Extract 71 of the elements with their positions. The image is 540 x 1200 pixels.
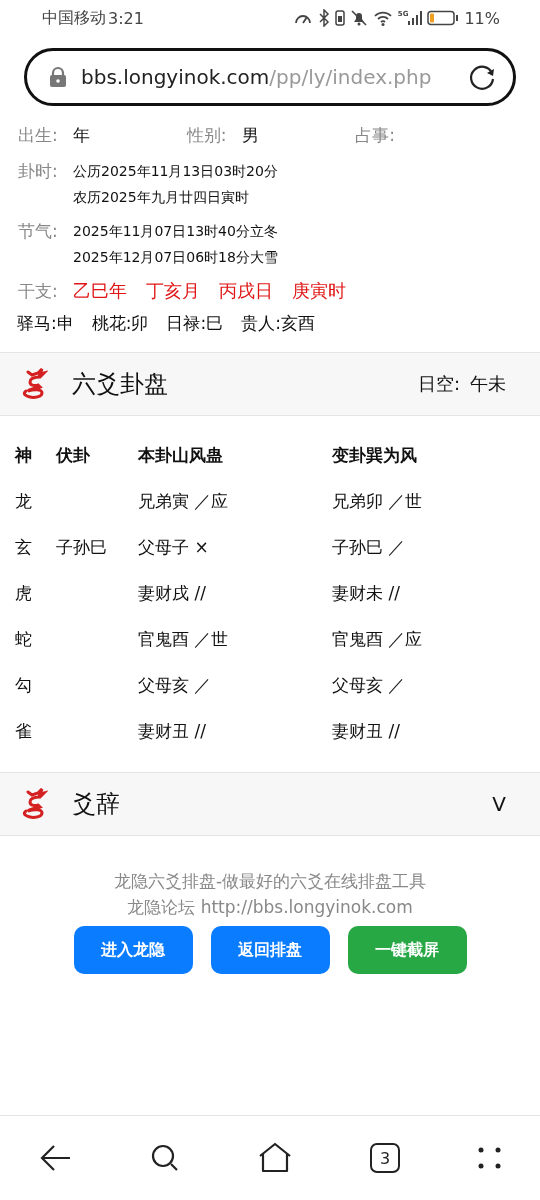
field-value: 男 xyxy=(241,123,259,147)
date-line: 农历2025年九月廿四日寅时 xyxy=(73,188,250,207)
table-cell-text: 父母子 × xyxy=(138,535,210,559)
shensha-text: 日禄:巳 xyxy=(166,311,224,335)
dragon-logo-icon xyxy=(22,788,48,820)
table-cell: 官鬼酉 ／应 xyxy=(332,627,423,651)
ganzhi-text: 庚寅时 xyxy=(292,279,346,303)
tabs-button[interactable]: 3 xyxy=(370,1143,400,1173)
table-cell-text: 虎 xyxy=(15,581,33,605)
table-cell-text: 妻财戌 // xyxy=(138,581,207,605)
url-text: bbs.longyinok.com/pp/ly/index.php xyxy=(81,65,433,89)
shensha-text: 桃花:卯 xyxy=(91,311,149,335)
date-line: 公历2025年11月13日03时20分 xyxy=(73,162,278,181)
expand-toggle[interactable]: V xyxy=(492,792,506,816)
date-line: 2025年12月07日06时18分大雪 xyxy=(73,248,278,267)
column-header: 神 xyxy=(15,443,33,467)
table-cell-text: 勾 xyxy=(15,673,33,697)
table-cell: 妻财未 // xyxy=(332,581,400,605)
dragon-logo-icon xyxy=(22,368,48,400)
action-button[interactable]: 返回排盘 xyxy=(210,926,330,974)
table-cell: 兄弟卯 ／世 xyxy=(332,489,423,513)
column-header: 变卦巽为风 xyxy=(332,443,417,467)
action-button[interactable]: 进入龙隐 xyxy=(73,926,193,974)
carrier-name: 中国移动 xyxy=(42,7,106,29)
table-cell-text: 官鬼酉 ／世 xyxy=(138,627,230,651)
table-cell: 妻财丑 // xyxy=(332,719,400,743)
battery-icon xyxy=(427,10,460,26)
bell-muted-icon xyxy=(349,9,368,27)
battery-percent: 11% xyxy=(464,8,500,28)
table-cell-text: 父母亥 ／ xyxy=(138,673,213,697)
shensha-text: 贵人:亥酉 xyxy=(241,311,315,335)
table-cell-text: 妻财丑 // xyxy=(138,719,207,743)
ganzhi-text: 丙戌日 xyxy=(219,279,273,303)
ganzhi-text: 丁亥月 xyxy=(146,279,200,303)
home-icon[interactable] xyxy=(258,1142,292,1174)
table-cell-text: 玄 xyxy=(15,535,33,559)
panel-title: 六爻卦盘 xyxy=(72,369,169,400)
table-cell: 子孙巳 ／ xyxy=(332,535,406,559)
void-label: 日空: xyxy=(417,372,460,396)
table-cell-text: 蛇 xyxy=(15,627,33,651)
vibrate-icon xyxy=(334,9,345,27)
panel-title: 爻辞 xyxy=(72,789,121,820)
table-cell: 父母亥 ／ xyxy=(332,673,406,697)
field-label: 卦时: xyxy=(18,160,59,183)
void-value: 午未 xyxy=(470,372,506,396)
table-cell-text: 子孙巳 xyxy=(56,535,108,559)
field-label: 性别: xyxy=(186,123,228,147)
footer-text: 龙隐六爻排盘-做最好的六爻在线排盘工具 xyxy=(113,870,427,893)
table-cell-text: 兄弟寅 ／应 xyxy=(138,489,230,513)
signal-icon xyxy=(408,10,423,26)
back-icon[interactable] xyxy=(38,1143,72,1173)
field-label: 节气: xyxy=(18,220,59,243)
more-icon[interactable] xyxy=(478,1146,502,1170)
shensha-text: 驿马:申 xyxy=(17,311,74,335)
bluetooth-icon xyxy=(317,9,330,27)
field-label: 干支: xyxy=(18,279,59,303)
field-label: 占事: xyxy=(355,123,397,147)
field-value: 年 xyxy=(73,123,90,147)
date-line: 2025年11月07日13时40分立冬 xyxy=(73,222,278,241)
table-cell-text: 雀 xyxy=(15,719,33,743)
search-icon[interactable] xyxy=(150,1143,180,1173)
clock-time: 3:21 xyxy=(108,8,144,28)
footer-text: 龙隐论坛 http://bbs.longyinok.com xyxy=(127,896,413,919)
lock-icon xyxy=(49,66,67,88)
address-bar[interactable]: bbs.longyinok.com/pp/ly/index.php xyxy=(24,48,516,106)
ganzhi-text: 乙巳年 xyxy=(73,279,127,303)
table-cell-text: 龙 xyxy=(15,489,33,513)
column-header: 本卦山风蛊 xyxy=(138,443,224,467)
column-header: 伏卦 xyxy=(56,443,91,467)
field-label: 出生: xyxy=(18,123,59,147)
wifi-icon xyxy=(372,9,393,27)
